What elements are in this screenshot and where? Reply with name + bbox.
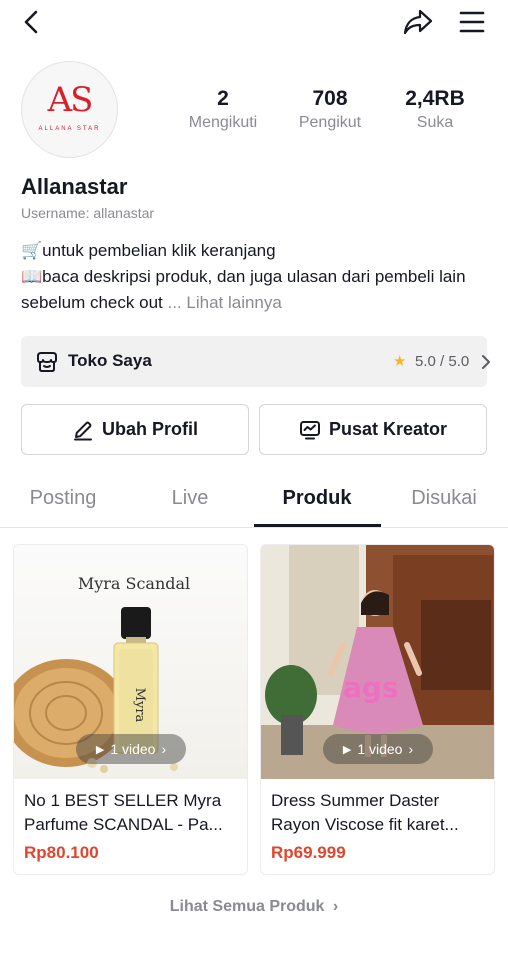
star-icon: ★	[393, 353, 407, 370]
stat-followers-value: 708	[312, 87, 348, 110]
product-image-caption: Myra Scandal	[78, 574, 190, 593]
stat-following[interactable]: 2 Mengikuti	[168, 86, 278, 134]
svg-text:Myra: Myra	[132, 688, 147, 723]
video-badge[interactable]: ▶ 1 video ›	[76, 734, 186, 764]
stat-following-value: 2	[217, 87, 229, 110]
chevron-right-icon: ›	[332, 898, 339, 915]
product-title: No 1 BEST SELLER Myra Parfume SCANDAL - …	[24, 789, 239, 837]
chart-monitor-icon	[299, 420, 320, 439]
tab-posting[interactable]: Posting	[0, 487, 126, 510]
product-price: Rp69.999	[271, 843, 346, 862]
avatar-monogram: AS	[47, 80, 94, 120]
profile-username: Username: allanastar	[21, 205, 155, 221]
product-image: ags ▶ 1 video ›	[261, 545, 494, 779]
profile-bio: 🛒untuk pembelian klik keranjang 📖baca de…	[21, 238, 491, 316]
my-shop-row[interactable]: Toko Saya ★ 5.0 / 5.0	[21, 336, 490, 387]
product-title-line-1: Dress Summer Daster	[271, 791, 440, 810]
pencil-icon	[73, 421, 92, 440]
avatar[interactable]: AS ALLANA STAR	[21, 61, 118, 158]
svg-text:ags: ags	[343, 671, 399, 704]
product-title: Dress Summer Daster Rayon Viscose fit ka…	[271, 789, 486, 837]
tab-live[interactable]: Live	[127, 487, 253, 510]
product-image: Myra Scandal Myra ▶ 1 video ›	[14, 545, 247, 779]
menu-icon[interactable]	[457, 8, 487, 36]
see-all-products-link[interactable]: Lihat Semua Produk ›	[0, 898, 508, 916]
stat-followers[interactable]: 708 Pengikut	[275, 86, 385, 134]
video-count: 1 video	[357, 741, 403, 757]
store-icon	[37, 352, 57, 372]
stat-likes-label: Suka	[416, 114, 454, 131]
video-badge[interactable]: ▶ 1 video ›	[323, 734, 433, 764]
see-all-label: Lihat Semua Produk	[169, 898, 325, 915]
bio-line-2: 📖baca deskripsi produk, dan juga ulasan …	[21, 264, 491, 316]
top-bar	[0, 0, 508, 44]
see-more-link[interactable]: ... Lihat lainnya	[167, 293, 281, 312]
bio-line-1: 🛒untuk pembelian klik keranjang	[21, 241, 276, 260]
product-title-line-1: No 1 BEST SELLER Myra	[24, 791, 222, 810]
chevron-right-icon	[482, 355, 490, 369]
play-icon: ▶	[95, 743, 105, 756]
stat-likes[interactable]: 2,4RB Suka	[380, 86, 490, 134]
play-icon: ▶	[342, 743, 352, 756]
active-tab-indicator	[254, 524, 381, 527]
video-count: 1 video	[110, 741, 156, 757]
product-title-line-2: Parfume SCANDAL - Pa...	[24, 815, 223, 834]
back-arrow-icon[interactable]	[18, 8, 46, 36]
shop-rating: 5.0 / 5.0	[415, 353, 470, 370]
product-title-line-2: Rayon Viscose fit karet...	[271, 815, 459, 834]
edit-profile-button[interactable]: Ubah Profil	[21, 404, 249, 455]
avatar-brand-text: ALLANA STAR	[38, 126, 101, 132]
shop-label: Toko Saya	[68, 351, 152, 370]
creator-center-label: Pusat Kreator	[328, 419, 448, 439]
share-icon[interactable]	[402, 7, 434, 37]
profile-name: Allanastar	[21, 174, 128, 199]
edit-profile-label: Ubah Profil	[101, 419, 198, 439]
product-card[interactable]: ags ▶ 1 video › Dress Summer Daster Rayo…	[260, 544, 495, 875]
profile-tabs: Posting Live Produk Disukai	[0, 474, 508, 528]
product-card[interactable]: Myra Scandal Myra ▶ 1 video › No 1 BEST …	[13, 544, 248, 875]
creator-center-button[interactable]: Pusat Kreator	[259, 404, 487, 455]
stat-following-label: Mengikuti	[188, 114, 258, 131]
tab-disukai[interactable]: Disukai	[381, 487, 507, 510]
stat-followers-label: Pengikut	[298, 114, 362, 131]
tab-produk[interactable]: Produk	[254, 487, 380, 510]
chevron-right-icon: ›	[408, 741, 414, 757]
stat-likes-value: 2,4RB	[405, 87, 465, 110]
product-price: Rp80.100	[24, 843, 99, 862]
chevron-right-icon: ›	[161, 741, 167, 757]
